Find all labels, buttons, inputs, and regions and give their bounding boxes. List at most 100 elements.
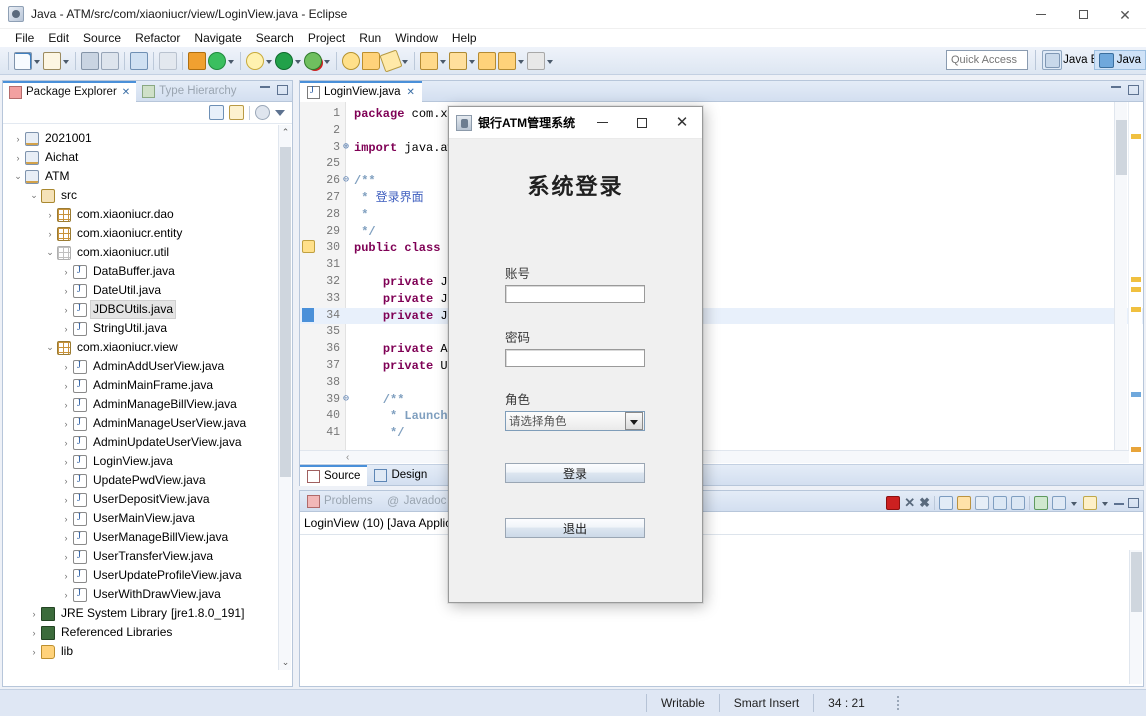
login-dialog-maximize-button[interactable] [622,107,662,139]
new-java-class-dropdown-icon[interactable] [62,52,71,70]
run-external-tools-icon[interactable] [304,51,322,70]
clear-console-icon[interactable] [939,496,953,510]
menu-file[interactable]: File [8,29,41,47]
chevron-right-icon[interactable]: › [59,414,73,433]
window-close-button[interactable]: ✕ [1104,0,1146,29]
console-options-dropdown-icon[interactable] [1101,494,1110,512]
account-input[interactable] [505,285,645,303]
chevron-right-icon[interactable]: › [59,357,73,376]
menu-run[interactable]: Run [352,29,388,47]
edit-icon[interactable] [379,48,403,73]
refresh-dropdown-icon[interactable] [227,52,236,70]
new-java-class-icon[interactable] [43,51,61,70]
menu-refactor[interactable]: Refactor [128,29,187,47]
previous-annotation-dropdown-icon[interactable] [468,52,477,70]
tree-item-usermainview-java[interactable]: › UserMainView.java [3,509,278,528]
tab-type-hierarchy[interactable]: Type Hierarchy [136,81,242,102]
close-icon[interactable]: ✕ [407,87,415,98]
chevron-right-icon[interactable]: › [59,319,73,338]
tree-item-com-xiaoniucr-entity[interactable]: › com.xiaoniucr.entity [3,224,278,243]
project-tree[interactable]: › 2021001 › Aichat ⌄ ATM ⌄ src › com.xiaoniucr.da… [3,125,278,686]
minimize-view-icon[interactable] [260,85,270,88]
exit-button[interactable]: 退出 [505,518,645,538]
tree-item-adminadduserview-java[interactable]: › AdminAddUserView.java [3,357,278,376]
chevron-right-icon[interactable]: › [59,471,73,490]
console-output[interactable]: LoginView (10) [Java Applicatio (2022年6月… [300,512,1143,686]
tab-loginview-java[interactable]: LoginView.java ✕ [300,80,422,102]
run-dropdown-icon[interactable] [294,52,303,70]
chevron-right-icon[interactable]: › [59,262,73,281]
collapse-all-icon[interactable] [209,105,224,120]
menu-source[interactable]: Source [76,29,128,47]
tree-item-userupdateprofileview-java[interactable]: › UserUpdateProfileView.java [3,566,278,585]
close-icon[interactable]: ✕ [122,87,130,98]
show-console-on-output-icon[interactable] [975,496,989,510]
overview-task-marker[interactable] [1131,447,1141,452]
backward-dropdown-icon[interactable] [517,52,526,70]
quick-access-input[interactable] [946,50,1028,70]
tab-javadoc[interactable]: @ Javadoc [380,491,454,512]
refresh-icon[interactable] [208,51,226,70]
new-package-icon[interactable] [188,51,206,70]
tree-item-aichat[interactable]: › Aichat [3,148,278,167]
tree-item-adminupdateuserview-java[interactable]: › AdminUpdateUserView.java [3,433,278,452]
search-icon[interactable] [342,51,360,70]
chevron-right-icon[interactable]: › [11,129,25,148]
overview-warning-marker[interactable] [1131,134,1141,139]
tab-package-explorer[interactable]: Package Explorer ✕ [3,80,137,102]
forward-dropdown-icon[interactable] [546,52,555,70]
console-dropdown-icon[interactable] [1070,494,1079,512]
menu-window[interactable]: Window [388,29,445,47]
tree-item-atm[interactable]: ⌄ ATM [3,167,278,186]
scroll-lock-icon[interactable] [957,496,971,510]
save-icon[interactable] [81,51,99,70]
chevron-down-icon[interactable] [625,412,643,430]
maximize-editor-icon[interactable] [1128,85,1139,95]
next-annotation-icon[interactable] [420,51,438,70]
collapse-fold-icon[interactable]: ⊖ [341,173,351,190]
tree-item-com-xiaoniucr-view[interactable]: ⌄ com.xiaoniucr.view [3,338,278,357]
save-all-icon[interactable] [101,51,119,70]
source-code-area[interactable]: 1 package com.xiao 2 3 ⊕ import java.awt. 25 26… [300,102,1143,463]
tree-item-usermanagebillview-java[interactable]: › UserManageBillView.java [3,528,278,547]
login-dialog-minimize-button[interactable] [582,107,622,139]
tree-item-jdbcutils-java[interactable]: › JDBCUtils.java [3,300,278,319]
perspective-java[interactable]: Java [1093,50,1146,70]
tree-item-2021001[interactable]: › 2021001 [3,129,278,148]
chevron-right-icon[interactable]: › [59,300,73,319]
chevron-right-icon[interactable]: › [43,224,57,243]
editor-vertical-scrollbar[interactable] [1114,102,1127,450]
chevron-down-icon[interactable]: ⌄ [11,167,25,186]
pin-console-icon[interactable] [993,496,1007,510]
debug-icon[interactable] [246,51,264,70]
chevron-right-icon[interactable]: › [59,490,73,509]
chevron-right-icon[interactable]: › [43,205,57,224]
scrollbar-thumb[interactable] [1116,120,1127,175]
menu-edit[interactable]: Edit [41,29,76,47]
package-explorer-scrollbar[interactable]: ⌃ ⌄ [278,125,291,670]
chevron-right-icon[interactable]: › [11,148,25,167]
tree-item-dateutil-java[interactable]: › DateUtil.java [3,281,278,300]
status-resize-handle[interactable] [896,696,899,710]
chevron-right-icon[interactable]: › [59,528,73,547]
open-type-icon[interactable] [362,51,380,70]
chevron-right-icon[interactable]: › [59,547,73,566]
minimize-console-icon[interactable] [1114,502,1124,505]
tree-item-src[interactable]: ⌄ src [3,186,278,205]
external-tools-dropdown-icon[interactable] [323,52,332,70]
chevron-down-icon[interactable]: ⌄ [27,186,41,205]
run-icon[interactable] [275,51,293,70]
tree-item-adminmanageuserview-java[interactable]: › AdminManageUserView.java [3,414,278,433]
remove-all-terminated-icon[interactable]: ✖ [919,496,930,510]
tree-item-referenced-libraries[interactable]: › Referenced Libraries [3,623,278,642]
login-dialog-close-button[interactable]: ✕ [662,107,702,139]
password-input[interactable] [505,349,645,367]
minimize-editor-icon[interactable] [1111,85,1121,88]
menu-search[interactable]: Search [249,29,301,47]
display-selected-console-icon[interactable] [1011,496,1025,510]
chevron-right-icon[interactable]: › [27,642,41,661]
overview-warning-marker[interactable] [1131,287,1141,292]
window-restore-button[interactable] [1062,0,1104,29]
tree-item-lib[interactable]: › lib [3,642,278,661]
window-minimize-button[interactable] [1020,0,1062,29]
